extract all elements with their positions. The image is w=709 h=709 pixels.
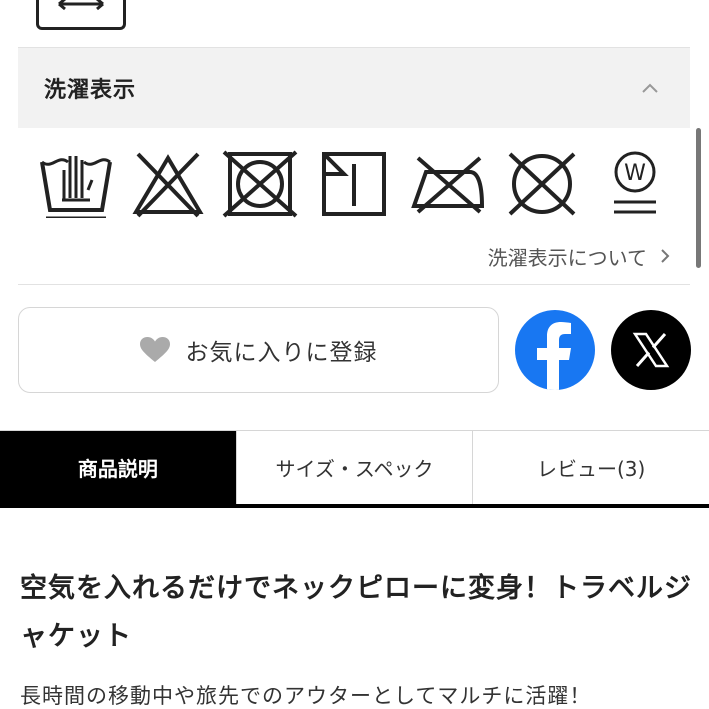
care-label-info-link[interactable]: 洗濯表示について [488, 240, 671, 272]
facebook-icon [537, 322, 571, 390]
line-dry-shade-icon [322, 152, 386, 216]
product-tabs: 商品説明 サイズ・スペック レビュー(3) [0, 430, 709, 508]
facebook-share-button[interactable] [515, 310, 595, 390]
x-share-button[interactable] [611, 310, 691, 390]
wet-clean-letter: W [624, 161, 646, 186]
divider [18, 284, 690, 285]
no-tumble-dry-icon [222, 150, 298, 218]
chevron-right-icon [661, 249, 670, 263]
wet-clean-gentle-icon: W [614, 151, 656, 214]
care-symbols: W [36, 150, 666, 220]
hand-wash-icon [40, 156, 112, 218]
product-lead-text: 長時間の移動中や旅先でのアウターとしてマルチに活躍！ [20, 684, 592, 708]
tab-reviews[interactable]: レビュー(3) [472, 431, 709, 504]
no-dry-clean-icon [508, 152, 576, 216]
heart-icon [139, 337, 170, 362]
care-detail-icon [36, 0, 126, 30]
add-to-favorites-button[interactable]: お気に入りに登録 [18, 307, 499, 393]
tab-description[interactable]: 商品説明 [0, 431, 236, 504]
favorites-label: お気に入りに登録 [185, 340, 378, 366]
x-logo-icon [632, 332, 670, 368]
iron-not-allowed-icon [411, 156, 485, 214]
chevron-up-icon[interactable] [640, 78, 660, 98]
care-label-title: 洗濯表示 [44, 78, 137, 103]
care-label-header[interactable]: 洗濯表示 [18, 48, 690, 128]
no-bleach-icon [132, 152, 204, 218]
tab-size-spec[interactable]: サイズ・スペック [235, 431, 473, 504]
scrollbar[interactable] [696, 128, 701, 268]
product-title: 空気を入れるだけでネックピローに変身！トラベルジャケット [20, 573, 692, 652]
care-label-info-label: 洗濯表示について [487, 245, 647, 270]
